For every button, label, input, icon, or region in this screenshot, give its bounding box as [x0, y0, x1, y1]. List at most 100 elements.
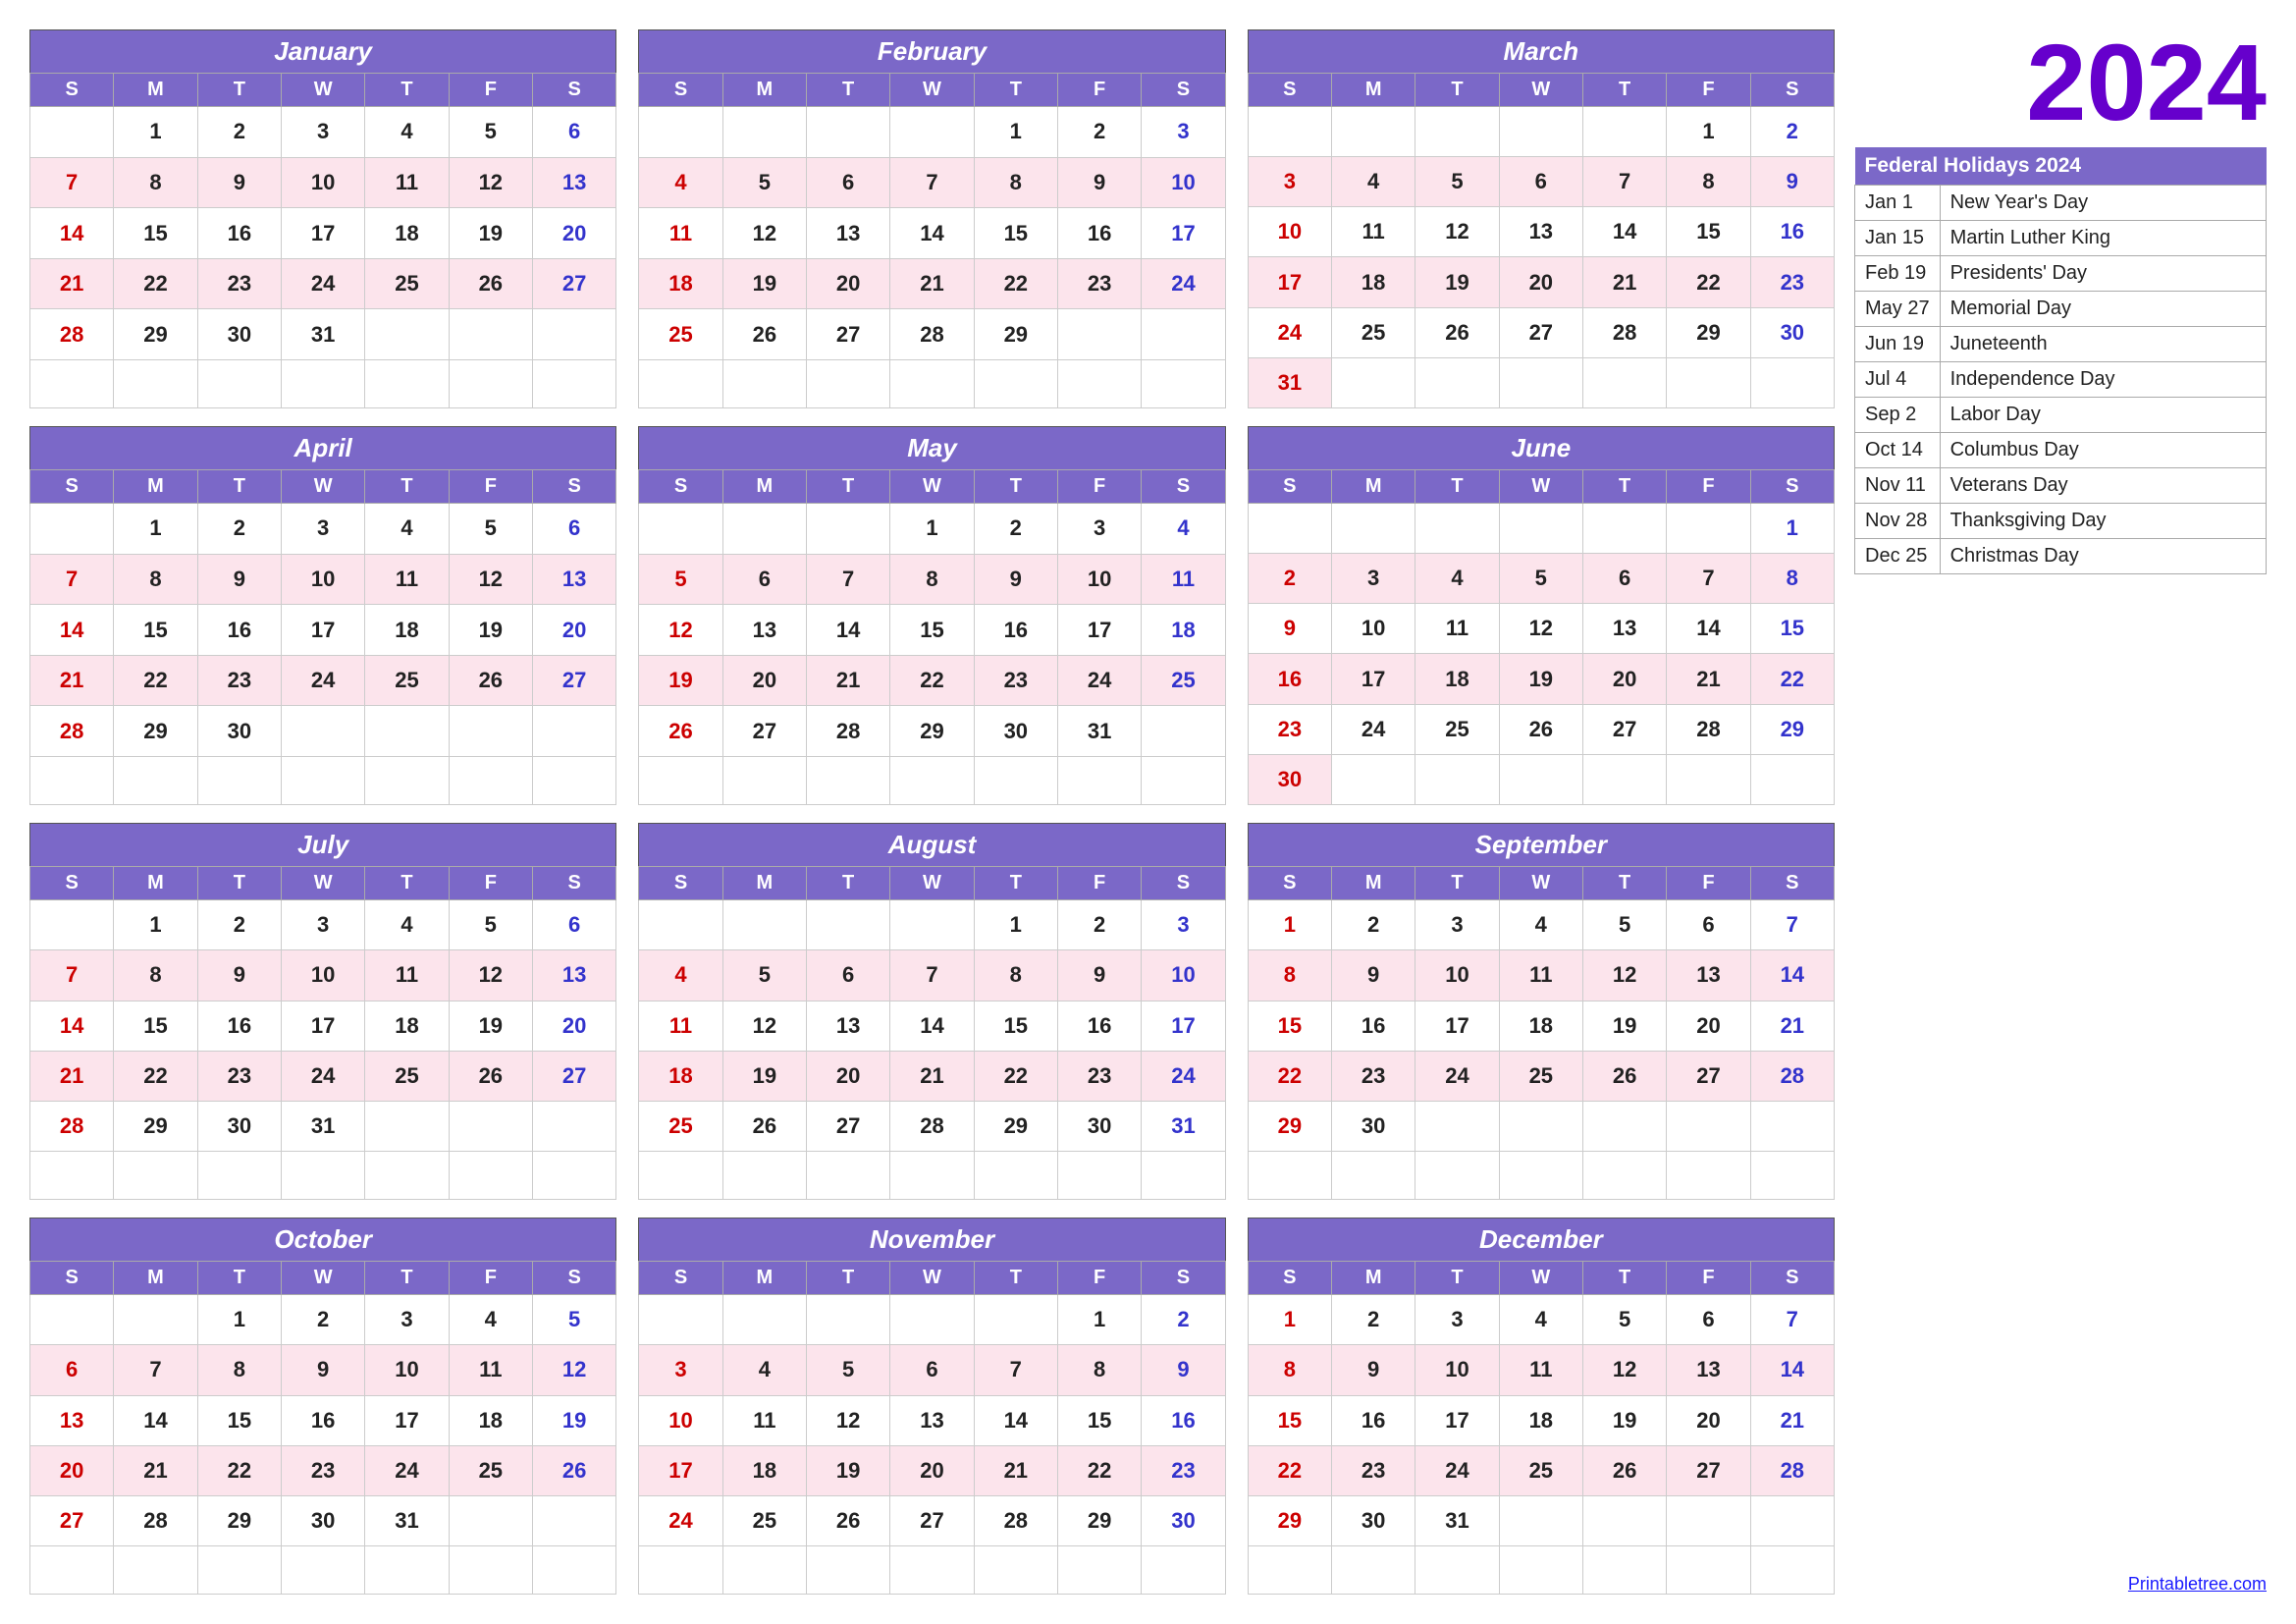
calendar-day: 24 [281, 1051, 364, 1101]
calendar-day [281, 1546, 364, 1595]
calendar-day: 28 [1667, 704, 1750, 754]
calendar-day: 26 [1582, 1445, 1666, 1495]
calendar-day: 13 [806, 1001, 889, 1051]
calendar-day: 20 [532, 208, 615, 259]
calendar-day: 5 [449, 107, 532, 158]
month-calendar-january: JanuarySMTWTFS12345678910111213141516171… [29, 29, 616, 408]
calendar-day: 31 [1415, 1496, 1499, 1546]
calendar-day: 12 [1582, 1345, 1666, 1395]
calendar-day: 8 [114, 157, 197, 208]
calendar-day: 17 [1142, 208, 1225, 259]
calendar-day: 6 [1667, 900, 1750, 950]
calendar-day: 22 [974, 1051, 1057, 1101]
calendar-day: 3 [1331, 554, 1415, 604]
calendar-day: 1 [1248, 900, 1331, 950]
holiday-row: Dec 25Christmas Day [1855, 539, 2267, 574]
calendar-day: 13 [30, 1395, 114, 1445]
calendar-day: 4 [1499, 1295, 1582, 1345]
calendar-day: 15 [197, 1395, 281, 1445]
calendar-day [1248, 107, 1331, 157]
calendar-day [1142, 1546, 1225, 1595]
calendar-day: 16 [1057, 208, 1141, 259]
month-title-december: December [1248, 1218, 1834, 1262]
calendar-day: 3 [1142, 107, 1225, 158]
calendar-day [1142, 1152, 1225, 1200]
calendar-day: 2 [1331, 1295, 1415, 1345]
day-header-5: F [1667, 470, 1750, 504]
calendar-day: 31 [365, 1496, 449, 1546]
holiday-name: Memorial Day [1940, 292, 2266, 327]
calendar-day: 6 [806, 950, 889, 1001]
calendar-day: 15 [974, 1001, 1057, 1051]
calendar-day [806, 360, 889, 408]
calendar-day: 19 [722, 258, 806, 309]
calendar-day [1667, 504, 1750, 554]
calendar-day: 1 [1667, 107, 1750, 157]
calendar-day: 20 [532, 1001, 615, 1051]
calendar-day: 27 [30, 1496, 114, 1546]
calendar-day: 24 [281, 258, 364, 309]
calendar-day: 2 [197, 107, 281, 158]
holiday-row: Sep 2Labor Day [1855, 398, 2267, 433]
calendar-day [1499, 357, 1582, 407]
calendar-day [1667, 1152, 1750, 1200]
day-header-1: M [114, 1262, 197, 1295]
calendar-day [722, 757, 806, 805]
calendar-day: 9 [1750, 157, 1834, 207]
calendar-day: 23 [1142, 1445, 1225, 1495]
calendar-day: 7 [114, 1345, 197, 1395]
calendar-day: 1 [974, 107, 1057, 158]
calendar-day: 30 [1750, 307, 1834, 357]
calendar-day: 29 [114, 706, 197, 757]
day-header-3: W [281, 470, 364, 504]
calendar-day: 19 [449, 1001, 532, 1051]
calendar-day [1582, 1546, 1666, 1595]
calendar-day [1750, 1152, 1834, 1200]
day-header-1: M [1331, 74, 1415, 107]
day-header-1: M [1331, 1262, 1415, 1295]
calendar-day: 30 [281, 1496, 364, 1546]
calendar-day: 17 [365, 1395, 449, 1445]
calendar-day [365, 757, 449, 805]
calendar-day: 10 [281, 554, 364, 605]
calendar-day: 29 [974, 1102, 1057, 1152]
calendar-day: 16 [281, 1395, 364, 1445]
calendar-day: 24 [1142, 1051, 1225, 1101]
calendar-day [532, 706, 615, 757]
calendar-day [365, 309, 449, 360]
calendar-day: 5 [1582, 900, 1666, 950]
calendar-day: 24 [365, 1445, 449, 1495]
calendar-day [449, 1102, 532, 1152]
calendar-day [1667, 1102, 1750, 1152]
calendar-day [890, 360, 974, 408]
calendar-day [1331, 357, 1415, 407]
calendar-day [1415, 107, 1499, 157]
calendar-day: 9 [1331, 950, 1415, 1001]
day-header-0: S [30, 1262, 114, 1295]
calendar-day: 22 [114, 1051, 197, 1101]
calendar-day [890, 1295, 974, 1345]
calendar-day: 21 [30, 655, 114, 706]
holiday-name: Independence Day [1940, 362, 2266, 398]
calendar-day: 16 [1331, 1001, 1415, 1051]
calendar-day: 4 [365, 504, 449, 555]
calendar-day: 5 [449, 504, 532, 555]
printabletree-link[interactable]: Printabletree.com [1854, 1554, 2267, 1595]
day-header-4: T [1582, 1262, 1666, 1295]
calendar-day [1499, 504, 1582, 554]
calendar-day: 14 [806, 605, 889, 656]
calendar-day: 24 [639, 1496, 722, 1546]
day-header-6: S [1750, 867, 1834, 900]
month-title-november: November [639, 1218, 1225, 1262]
holiday-date: Sep 2 [1855, 398, 1941, 433]
day-header-0: S [639, 470, 722, 504]
calendar-day [1415, 1152, 1499, 1200]
calendar-day: 11 [365, 554, 449, 605]
day-header-5: F [1667, 867, 1750, 900]
calendar-day: 11 [1142, 554, 1225, 605]
calendar-day [1142, 360, 1225, 408]
day-header-1: M [114, 867, 197, 900]
day-header-2: T [197, 1262, 281, 1295]
calendar-day: 20 [1499, 257, 1582, 307]
calendar-day [639, 900, 722, 950]
